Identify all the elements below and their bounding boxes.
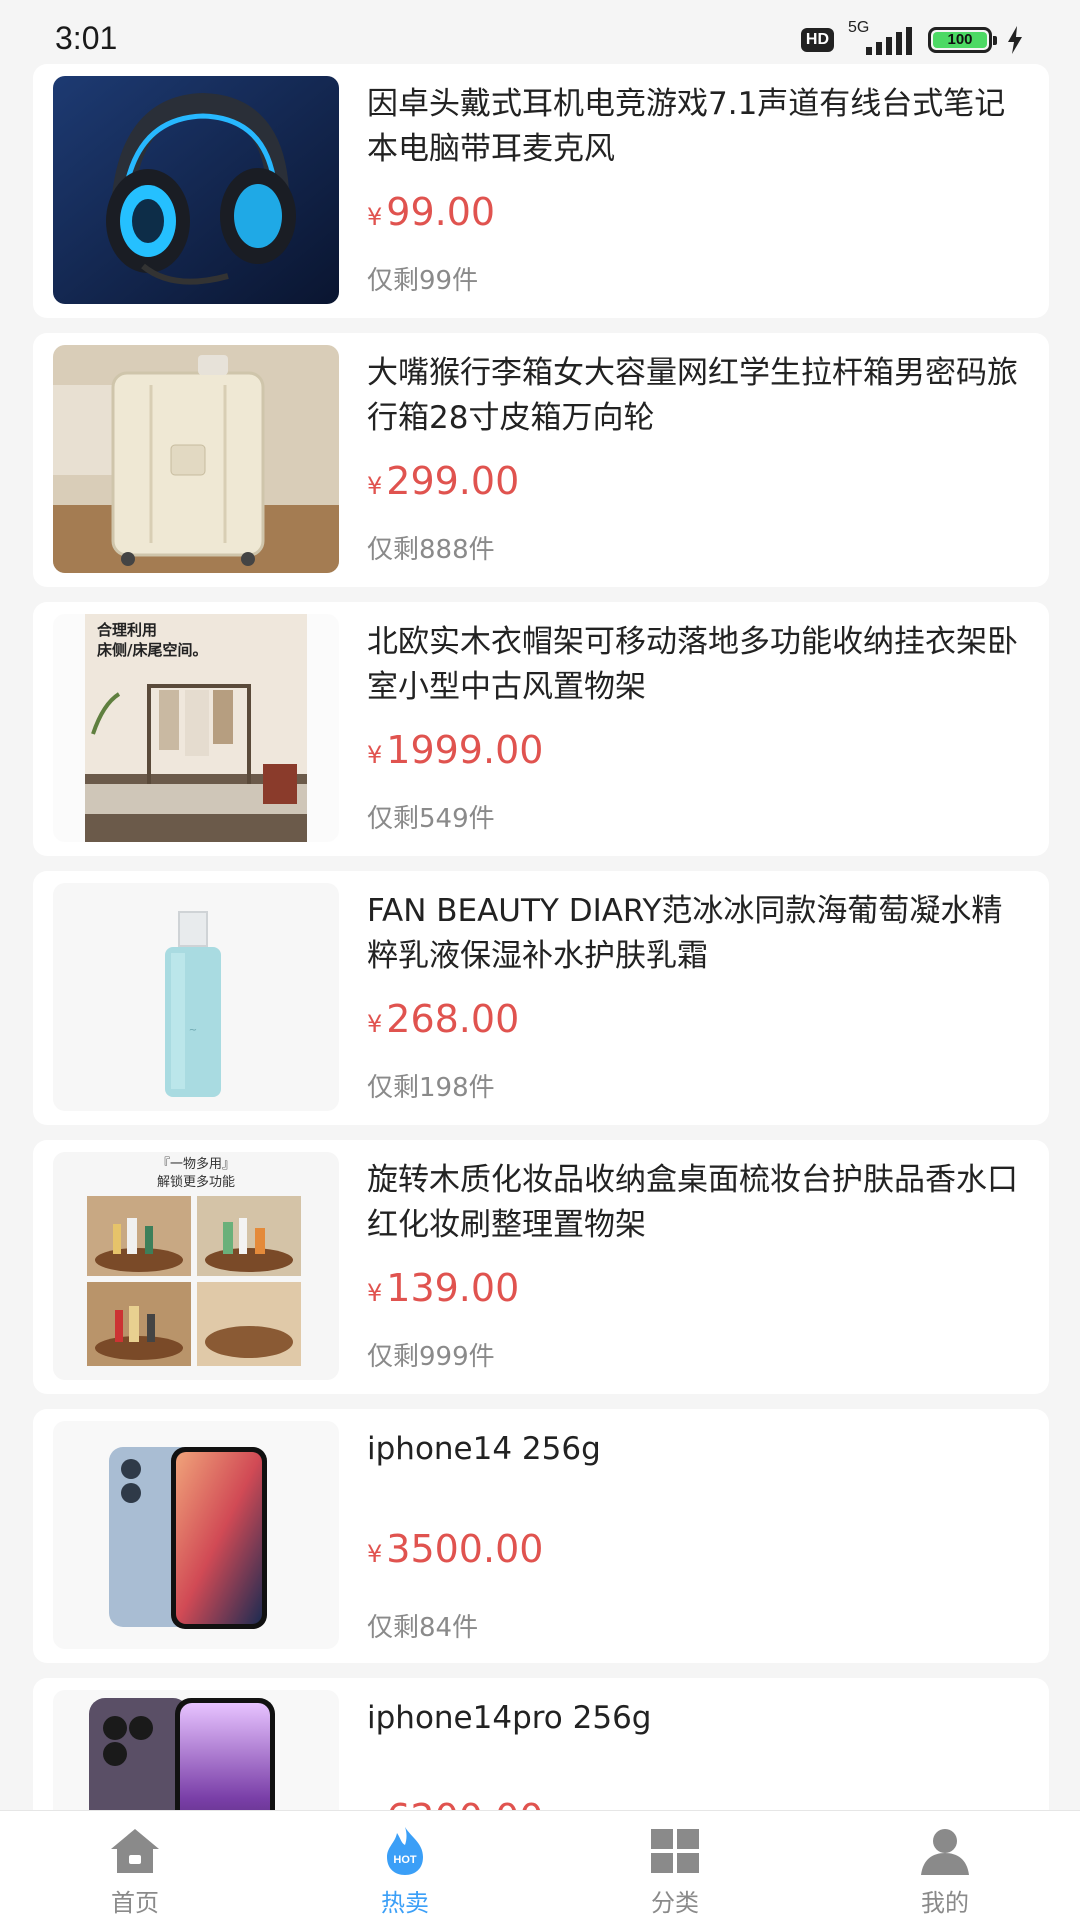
product-title[interactable]: iphone14 256g: [367, 1427, 1027, 1472]
currency-symbol: ¥: [367, 203, 383, 231]
lotion-bottle-image[interactable]: ~: [53, 883, 339, 1111]
product-price: ¥6200.00: [367, 1796, 543, 1810]
product-title[interactable]: 北欧实木衣帽架可移动落地多功能收纳挂衣架卧室小型中古风置物架: [367, 620, 1027, 710]
hd-icon: HD: [800, 28, 834, 52]
stock-label: 仅剩99件: [367, 266, 479, 296]
price-value: 3500.00: [386, 1527, 544, 1571]
stock-label: 仅剩84件: [367, 1613, 479, 1643]
price-value: 1999.00: [386, 728, 544, 772]
signal-icon: 5G: [848, 19, 914, 55]
image-caption-line: 解锁更多功能: [156, 1175, 235, 1190]
stock-label: 仅剩999件: [367, 1342, 495, 1372]
product-price: ¥139.00: [367, 1266, 519, 1315]
tab-label: 热卖: [381, 1889, 429, 1917]
battery-icon: 100: [928, 27, 997, 53]
product-title[interactable]: 大嘴猴行李箱女大容量网红学生拉杆箱男密码旅行箱28寸皮箱万向轮: [367, 351, 1027, 441]
tab-home[interactable]: 首页: [0, 1811, 270, 1920]
clothes-rack-image[interactable]: 合理利用 床侧/床尾空间。: [53, 614, 339, 842]
price-value: 6200.00: [386, 1796, 543, 1810]
product-card[interactable]: iphone14 256g ¥3500.00 仅剩84件: [33, 1409, 1049, 1663]
product-list[interactable]: 因卓头戴式耳机电竞游戏7.1声道有线台式笔记本电脑带耳麦克风 ¥99.00 仅剩…: [33, 64, 1049, 1810]
product-title[interactable]: 旋转木质化妆品收纳盒桌面梳妆台护肤品香水口红化妆刷整理置物架: [367, 1158, 1027, 1248]
price-value: 268.00: [386, 997, 520, 1041]
product-price: ¥299.00: [367, 459, 519, 508]
profile-icon: [921, 1829, 969, 1875]
currency-symbol: ¥: [367, 472, 383, 500]
image-caption-line: 『一物多用』: [156, 1157, 235, 1172]
product-price: ¥1999.00: [367, 728, 543, 777]
svg-text:~: ~: [189, 1025, 197, 1036]
status-icons: HD 5G 100: [800, 19, 1024, 58]
hot-badge-text: HOT: [393, 1854, 417, 1866]
product-price: ¥268.00: [367, 997, 519, 1046]
hot-icon: HOT: [387, 1827, 423, 1875]
iphone14pro-image[interactable]: [53, 1690, 339, 1810]
product-card[interactable]: 大嘴猴行李箱女大容量网红学生拉杆箱男密码旅行箱28寸皮箱万向轮 ¥299.00 …: [33, 333, 1049, 587]
bottom-tab-bar: 首页 HOT 热卖 分类 我的: [0, 1810, 1080, 1920]
product-title[interactable]: iphone14pro 256g: [367, 1696, 1027, 1741]
price-value: 139.00: [386, 1266, 520, 1310]
gaming-headset-image[interactable]: [53, 76, 339, 304]
charging-icon: [1008, 26, 1022, 54]
currency-symbol: ¥: [367, 741, 383, 769]
tab-category[interactable]: 分类: [540, 1811, 810, 1920]
product-price: ¥99.00: [367, 190, 495, 239]
product-card[interactable]: ~ FAN BEAUTY DIARY范冰冰同款海葡萄凝水精粹乳液保湿补水护肤乳霜…: [33, 871, 1049, 1125]
product-card[interactable]: 因卓头戴式耳机电竞游戏7.1声道有线台式笔记本电脑带耳麦克风 ¥99.00 仅剩…: [33, 64, 1049, 318]
product-title[interactable]: FAN BEAUTY DIARY范冰冰同款海葡萄凝水精粹乳液保湿补水护肤乳霜: [367, 889, 1027, 979]
cosmetic-organizer-image[interactable]: 『一物多用』 解锁更多功能: [53, 1152, 339, 1380]
home-icon: [111, 1829, 159, 1873]
suitcase-image[interactable]: [53, 345, 339, 573]
battery-level: 100: [933, 32, 987, 48]
iphone14-image[interactable]: [53, 1421, 339, 1649]
status-time: 3:01: [55, 20, 118, 56]
product-card[interactable]: iphone14pro 256g ¥6200.00: [33, 1678, 1049, 1810]
tab-label: 首页: [111, 1889, 159, 1917]
stock-label: 仅剩198件: [367, 1073, 495, 1103]
tab-label: 分类: [651, 1889, 699, 1917]
stock-label: 仅剩888件: [367, 535, 495, 565]
price-value: 299.00: [386, 459, 520, 503]
product-title[interactable]: 因卓头戴式耳机电竞游戏7.1声道有线台式笔记本电脑带耳麦克风: [367, 82, 1027, 172]
category-icon: [651, 1829, 699, 1873]
image-caption-line: 床侧/床尾空间。: [97, 641, 208, 659]
currency-symbol: ¥: [367, 1279, 383, 1307]
product-price: ¥3500.00: [367, 1527, 543, 1576]
currency-symbol: ¥: [367, 1540, 383, 1568]
tab-label: 我的: [921, 1889, 969, 1917]
tab-hot[interactable]: HOT 热卖: [270, 1811, 540, 1920]
stock-label: 仅剩549件: [367, 804, 495, 834]
currency-symbol: ¥: [367, 1010, 383, 1038]
product-card[interactable]: 合理利用 床侧/床尾空间。 北欧实木衣帽架可移动落地多功能收纳挂衣架卧室小型中古…: [33, 602, 1049, 856]
image-caption-line: 合理利用: [97, 621, 158, 639]
tab-profile[interactable]: 我的: [810, 1811, 1080, 1920]
product-card[interactable]: 『一物多用』 解锁更多功能 旋转木质化妆品收纳盒桌面梳妆台护肤品香水口红化妆刷整…: [33, 1140, 1049, 1394]
price-value: 99.00: [386, 190, 496, 234]
